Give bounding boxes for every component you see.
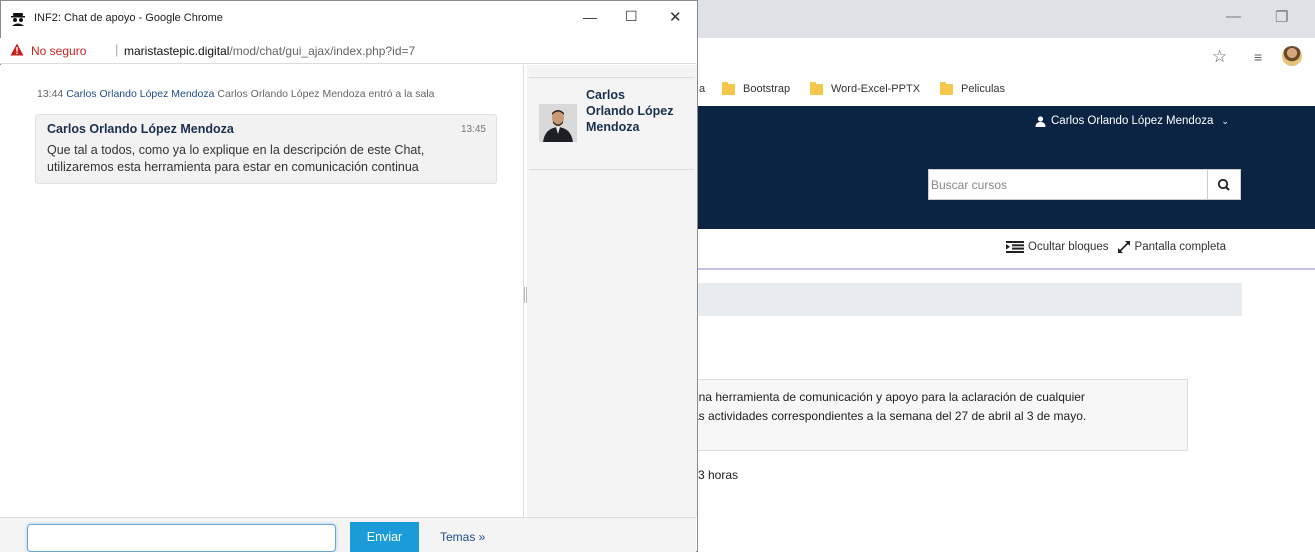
message-user-link[interactable]: Carlos Orlando López Mendoza bbox=[66, 88, 214, 100]
system-message-text: Carlos Orlando López Mendoza entró a la … bbox=[217, 88, 435, 100]
hide-blocks-icon bbox=[1006, 241, 1024, 253]
user-menu-label: Carlos Orlando López Mendoza bbox=[1051, 115, 1214, 127]
fullscreen-link[interactable]: Pantalla completa bbox=[1135, 241, 1226, 253]
description-line: as actividades correspondientes a la sem… bbox=[692, 409, 1087, 423]
bookmark-label: Bootstrap bbox=[743, 83, 791, 95]
warning-icon[interactable] bbox=[10, 43, 24, 56]
user-avatar[interactable] bbox=[539, 104, 577, 142]
user-icon bbox=[1035, 115, 1046, 127]
chevron-down-icon: ⌄ bbox=[1221, 115, 1229, 126]
profile-avatar[interactable] bbox=[1282, 46, 1302, 66]
section-bar bbox=[698, 283, 1242, 316]
minimize-icon[interactable]: — bbox=[583, 9, 597, 25]
url-path: /mod/chat/gui_ajax/index.php?id=7 bbox=[229, 44, 416, 58]
folder-icon bbox=[810, 81, 823, 95]
description-line: una herramienta de comunicación y apoyo … bbox=[692, 390, 1085, 404]
themes-link[interactable]: Temas » bbox=[440, 530, 485, 544]
system-message: 13:44 Carlos Orlando López Mendoza Carlo… bbox=[37, 88, 435, 100]
bookmark-word-excel-pptx[interactable]: Word-Excel-PPTX bbox=[810, 81, 921, 95]
folder-icon bbox=[940, 81, 953, 95]
divider bbox=[529, 77, 694, 78]
url-separator: | bbox=[115, 42, 119, 57]
reading-list-icon[interactable]: ≡ bbox=[1254, 49, 1262, 65]
message-text: Que tal a todos, como ya lo explique en … bbox=[47, 143, 425, 174]
restore-icon[interactable]: ❐ bbox=[1275, 8, 1288, 26]
fullscreen-icon bbox=[1117, 241, 1130, 253]
maximize-icon[interactable]: ☐ bbox=[625, 8, 638, 25]
send-button[interactable]: Enviar bbox=[350, 522, 419, 552]
minimize-icon[interactable]: — bbox=[1226, 8, 1241, 25]
message-author: Carlos Orlando López Mendoza bbox=[47, 122, 234, 136]
bookmark-label: Word-Excel-PPTX bbox=[831, 83, 921, 95]
user-list-name[interactable]: Carlos Orlando López Mendoza bbox=[586, 87, 676, 135]
incognito-user-icon bbox=[11, 13, 25, 26]
search-button[interactable] bbox=[1208, 169, 1241, 200]
bookmark-peliculas[interactable]: Peliculas bbox=[940, 81, 1006, 95]
message-time: 13:44 bbox=[37, 88, 64, 100]
hours-text: 3 horas bbox=[698, 468, 739, 482]
message-time: 13:45 bbox=[460, 124, 486, 135]
course-search-input[interactable]: Buscar cursos bbox=[928, 169, 1208, 200]
message-input[interactable] bbox=[27, 524, 336, 552]
chat-message: Carlos Orlando López Mendoza 13:45 Que t… bbox=[35, 114, 497, 184]
bookmark-label: a bbox=[699, 83, 706, 95]
bookmark-label: Peliculas bbox=[961, 83, 1006, 95]
bookmark-bootstrap[interactable]: Bootstrap bbox=[722, 81, 791, 95]
close-icon[interactable]: ✕ bbox=[669, 8, 682, 26]
bookmark-item[interactable]: a bbox=[699, 83, 705, 95]
url-text[interactable]: maristastepic.digital/mod/chat/gui_ajax/… bbox=[124, 44, 415, 58]
url-domain: maristastepic.digital bbox=[124, 44, 230, 58]
folder-icon bbox=[722, 81, 735, 95]
user-menu[interactable]: Carlos Orlando López Mendoza ⌄ bbox=[1035, 115, 1229, 127]
hide-blocks-link[interactable]: Ocultar bloques bbox=[1028, 241, 1109, 253]
page-actions: Ocultar bloques Pantalla completa bbox=[1006, 240, 1226, 254]
user-photo bbox=[539, 104, 577, 142]
not-secure-label[interactable]: No seguro bbox=[31, 44, 86, 58]
divider bbox=[529, 169, 694, 170]
bookmark-star-icon[interactable]: ☆ bbox=[1212, 47, 1227, 67]
search-icon bbox=[1217, 178, 1230, 191]
description-box: una herramienta de comunicación y apoyo … bbox=[665, 379, 1188, 451]
chat-window-title: INF2: Chat de apoyo - Google Chrome bbox=[34, 12, 223, 24]
